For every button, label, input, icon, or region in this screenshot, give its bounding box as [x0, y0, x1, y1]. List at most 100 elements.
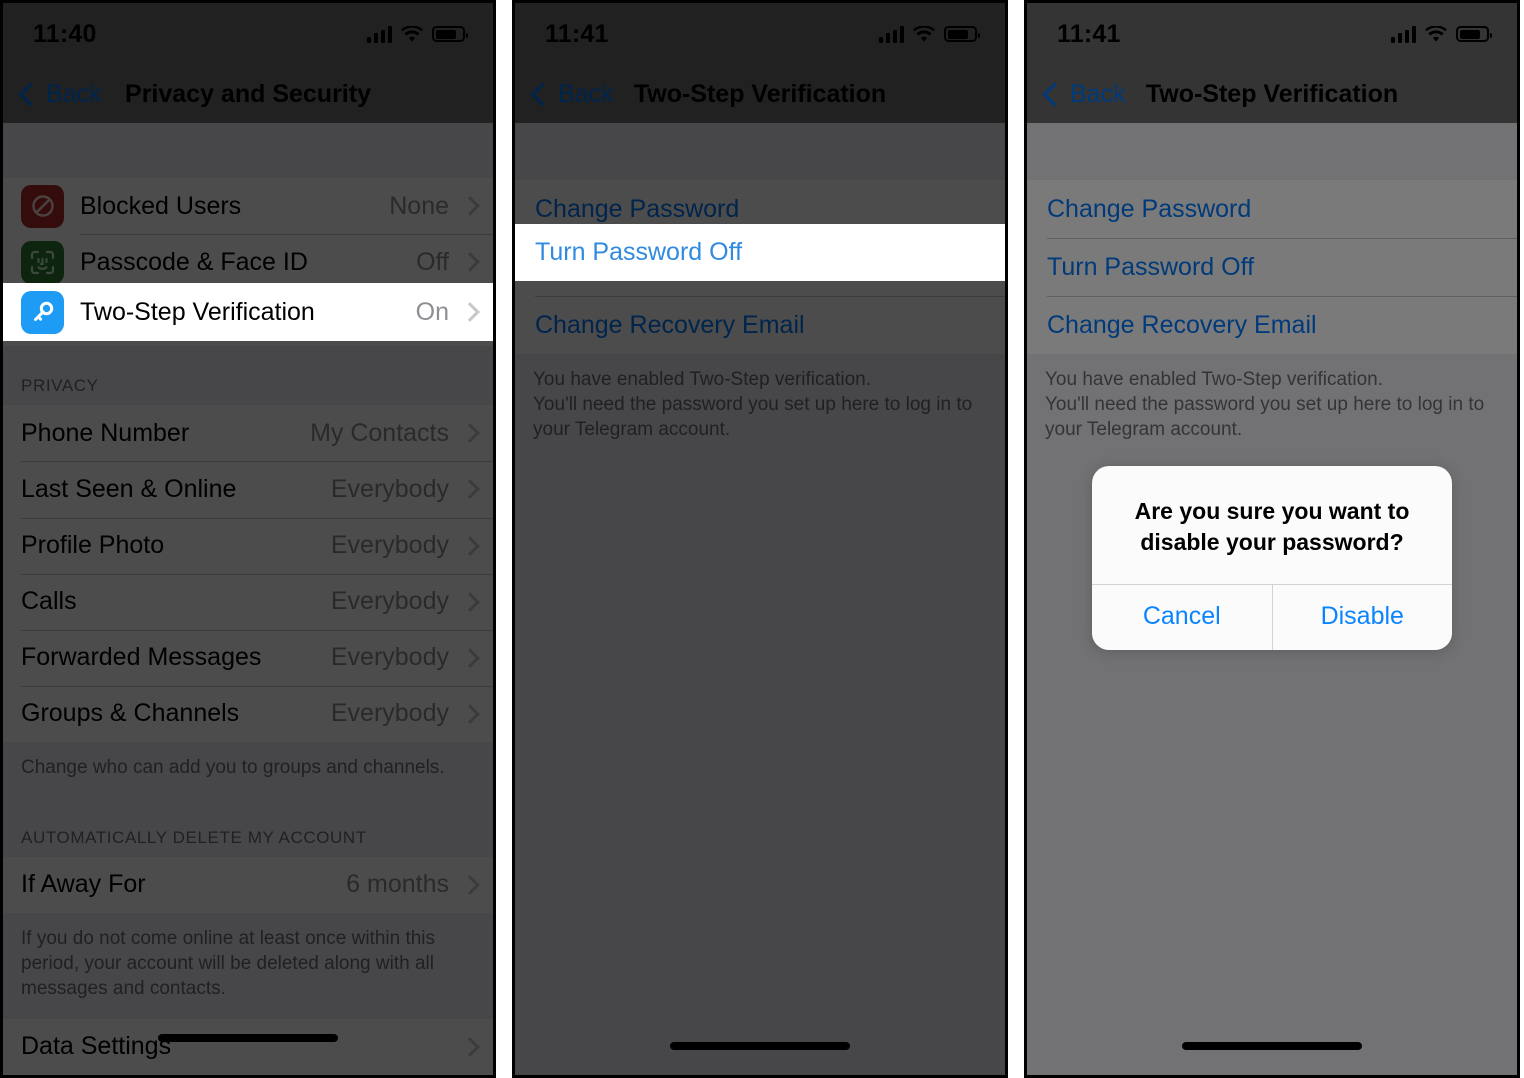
- chevron-right-icon: [460, 479, 480, 500]
- row-passcode-face-id[interactable]: Passcode & Face ID Off: [3, 234, 493, 291]
- row-value: Everybody: [330, 643, 449, 672]
- privacy-footnote: Change who can add you to groups and cha…: [3, 741, 493, 798]
- row-value: 6 months: [346, 870, 449, 899]
- chevron-left-icon: [530, 81, 555, 107]
- row-calls[interactable]: Calls Everybody: [3, 573, 493, 630]
- link-change-recovery-email[interactable]: Change Recovery Email: [1027, 296, 1517, 354]
- row-label: Calls: [21, 587, 77, 616]
- disable-password-alert: Are you sure you want to disable your pa…: [1092, 466, 1452, 650]
- screen-two-step-verification: 11:41 Back Two-Step Verification Change …: [515, 3, 1005, 1075]
- row-label: Profile Photo: [21, 531, 165, 560]
- cellular-bars-icon: [366, 25, 392, 43]
- auto-delete-footnote: If you do not come online at least once …: [3, 912, 493, 1019]
- link-turn-password-off[interactable]: Turn Password Off: [515, 224, 1005, 281]
- status-icons: [366, 25, 468, 43]
- battery-icon: [432, 26, 468, 42]
- row-label: Two-Step Verification: [80, 297, 315, 326]
- link-label: Turn Password Off: [535, 238, 743, 266]
- row-blocked-users[interactable]: Blocked Users None: [3, 178, 493, 235]
- screenshot-sheet: 11:40 Back Privacy and Security Blocked …: [0, 0, 1524, 1078]
- back-label: Back: [558, 79, 614, 108]
- row-label: Last Seen & Online: [21, 474, 237, 503]
- nav-bar: Back Privacy and Security: [3, 65, 493, 123]
- chevron-right-icon: [460, 1037, 480, 1057]
- back-label: Back: [46, 79, 102, 108]
- chevron-right-icon: [460, 302, 480, 322]
- link-change-recovery-email[interactable]: Change Recovery Email: [515, 296, 1005, 354]
- row-label: Passcode & Face ID: [80, 247, 308, 276]
- row-value: Everybody: [330, 699, 449, 728]
- group-spacer: [515, 123, 1005, 180]
- privacy-section-header: PRIVACY: [3, 346, 493, 406]
- home-indicator[interactable]: [1182, 1042, 1362, 1050]
- back-button[interactable]: Back: [530, 79, 614, 109]
- chevron-right-icon: [460, 252, 480, 273]
- cellular-bars-icon: [878, 25, 904, 43]
- block-icon: [21, 184, 64, 228]
- key-icon: [21, 290, 64, 334]
- chevron-right-icon: [460, 535, 480, 556]
- wifi-icon: [401, 25, 423, 42]
- battery-icon: [1456, 26, 1492, 42]
- home-indicator[interactable]: [670, 1042, 850, 1050]
- phone-panel-3: 11:41 Back Two-Step Verification Change …: [1024, 0, 1520, 1078]
- row-value: None: [389, 191, 449, 220]
- cellular-bars-icon: [1390, 25, 1416, 43]
- wifi-icon: [913, 25, 935, 42]
- chevron-right-icon: [460, 703, 480, 724]
- chevron-right-icon: [460, 874, 480, 895]
- alert-actions: Cancel Disable: [1092, 584, 1452, 650]
- status-icons: [878, 25, 980, 43]
- face-id-icon: [21, 240, 64, 284]
- status-bar: 11:40: [3, 3, 493, 65]
- row-value: Everybody: [330, 587, 449, 616]
- link-change-password[interactable]: Change Password: [1027, 180, 1517, 238]
- chevron-right-icon: [460, 591, 480, 612]
- chevron-left-icon: [1042, 81, 1067, 107]
- phone-panel-1: 11:40 Back Privacy and Security Blocked …: [0, 0, 496, 1078]
- back-button[interactable]: Back: [18, 79, 102, 109]
- group-spacer: [3, 123, 493, 179]
- disable-button[interactable]: Disable: [1271, 585, 1453, 650]
- row-label: If Away For: [21, 870, 146, 899]
- nav-bar: Back Two-Step Verification: [1027, 65, 1517, 123]
- status-time: 11:41: [545, 19, 609, 48]
- cancel-button[interactable]: Cancel: [1092, 585, 1272, 650]
- two-step-footnote: You have enabled Two-Step verification. …: [515, 354, 1005, 460]
- link-turn-password-off[interactable]: Turn Password Off: [1027, 238, 1517, 296]
- row-label: Blocked Users: [80, 191, 242, 220]
- chevron-right-icon: [460, 423, 480, 444]
- row-if-away-for[interactable]: If Away For 6 months: [3, 856, 493, 913]
- row-forwarded-messages[interactable]: Forwarded Messages Everybody: [3, 629, 493, 686]
- row-two-step-verification[interactable]: Two-Step Verification On: [3, 283, 493, 341]
- row-label: Forwarded Messages: [21, 643, 262, 672]
- nav-bar: Back Two-Step Verification: [515, 65, 1005, 123]
- status-bar: 11:41: [515, 3, 1005, 65]
- row-value: Everybody: [330, 474, 449, 503]
- screen-privacy-and-security: 11:40 Back Privacy and Security Blocked …: [3, 3, 493, 1075]
- status-time: 11:40: [33, 19, 97, 48]
- row-value: Off: [416, 247, 449, 276]
- settings-list: Blocked Users None Passcode & Face ID Of…: [3, 123, 493, 1075]
- row-label: Phone Number: [21, 418, 190, 447]
- back-button[interactable]: Back: [1042, 79, 1126, 109]
- screen-two-step-verification-alert: 11:41 Back Two-Step Verification Change …: [1027, 3, 1517, 1075]
- row-label: Groups & Channels: [21, 699, 240, 728]
- row-data-settings[interactable]: Data Settings: [3, 1018, 493, 1075]
- row-profile-photo[interactable]: Profile Photo Everybody: [3, 517, 493, 574]
- group-spacer: [1027, 123, 1517, 180]
- status-icons: [1390, 25, 1492, 43]
- auto-delete-section-header: AUTOMATICALLY DELETE MY ACCOUNT: [3, 797, 493, 857]
- row-value: On: [415, 297, 449, 326]
- alert-message: Are you sure you want to disable your pa…: [1134, 498, 1410, 555]
- row-last-seen-online[interactable]: Last Seen & Online Everybody: [3, 461, 493, 518]
- row-groups-channels[interactable]: Groups & Channels Everybody: [3, 685, 493, 742]
- back-label: Back: [1070, 79, 1126, 108]
- chevron-right-icon: [460, 196, 480, 217]
- chevron-left-icon: [18, 81, 43, 107]
- row-value: Everybody: [330, 531, 449, 560]
- two-step-footnote: You have enabled Two-Step verification. …: [1027, 354, 1517, 460]
- home-indicator[interactable]: [158, 1034, 338, 1042]
- row-phone-number[interactable]: Phone Number My Contacts: [3, 405, 493, 462]
- chevron-right-icon: [460, 647, 480, 668]
